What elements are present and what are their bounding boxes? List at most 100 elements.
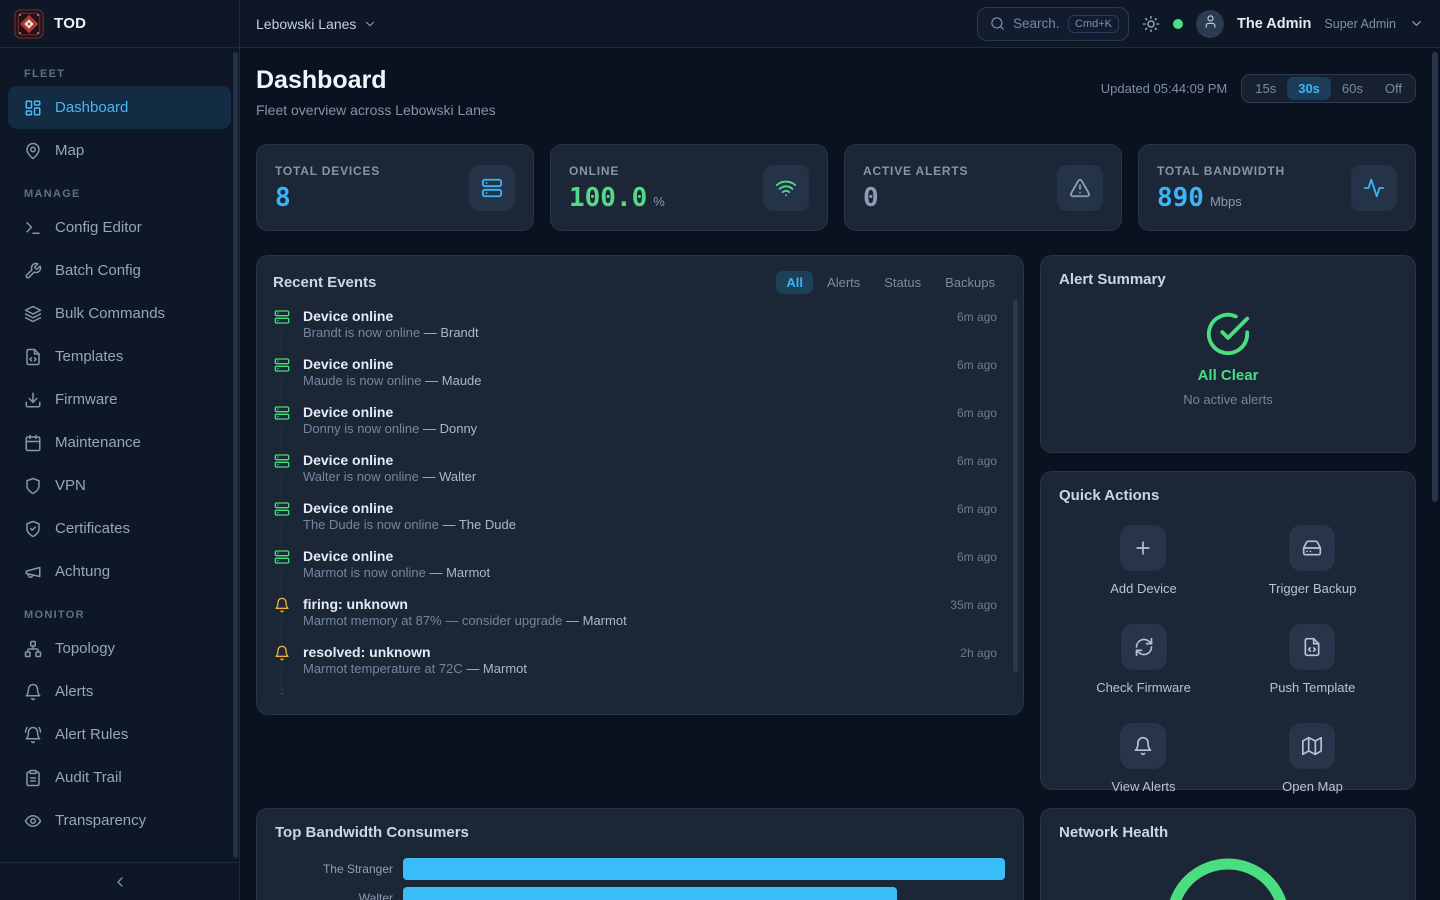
events-scrollbar[interactable] — [1013, 300, 1018, 672]
sidebar-item-label: Transparency — [55, 812, 146, 829]
user-menu-chevron-down-icon[interactable] — [1409, 16, 1424, 31]
event-description: Donny is now online — Donny — [303, 421, 477, 436]
event-row[interactable]: Device online 6m ago The Dude is now onl… — [273, 500, 1009, 548]
sidebar-item-achtung[interactable]: Achtung — [8, 550, 231, 593]
bell-icon — [274, 645, 290, 661]
sidebar-item-label: VPN — [55, 477, 86, 494]
sidebar-item-batch-config[interactable]: Batch Config — [8, 249, 231, 292]
sidebar-item-alert-rules[interactable]: Alert Rules — [8, 713, 231, 756]
refresh-option-30s[interactable]: 30s — [1287, 77, 1331, 100]
bell-icon — [1120, 723, 1166, 769]
sidebar-item-alerts[interactable]: Alerts — [8, 670, 231, 713]
sidebar-scrollbar[interactable] — [233, 52, 238, 858]
events-tab-all[interactable]: All — [776, 271, 813, 294]
event-device-name: — Maude — [425, 373, 481, 388]
sidebar-item-config-editor[interactable]: Config Editor — [8, 206, 231, 249]
activity-icon — [1351, 165, 1397, 211]
event-row[interactable]: Device online 6m ago Maude is now online… — [273, 356, 1009, 404]
nav-section-manage: MANAGE Config Editor Batch Config — [8, 188, 231, 593]
stat-value: 100.0 — [569, 185, 647, 211]
app-window: TOD Lebowski Lanes Cmd+K The Admin Super… — [0, 0, 1440, 900]
event-time: 6m ago — [957, 358, 997, 372]
file-code-icon — [1289, 624, 1335, 670]
sidebar-item-dashboard[interactable]: Dashboard — [8, 86, 231, 129]
event-device-name: — Brandt — [424, 325, 479, 340]
grid-icon — [24, 99, 42, 117]
stat-label: ACTIVE ALERTS — [863, 164, 968, 178]
server-icon — [274, 357, 290, 373]
event-description: Maude is now online — Maude — [303, 373, 482, 388]
quick-action-open-map[interactable]: Open Map — [1282, 723, 1343, 794]
refresh-icon — [1121, 624, 1167, 670]
quick-actions-panel: Quick Actions Add Device Trigger Backup — [1040, 471, 1416, 790]
sidebar-item-bulk-commands[interactable]: Bulk Commands — [8, 292, 231, 335]
connection-status-dot — [1173, 19, 1183, 29]
bandwidth-panel-title: Top Bandwidth Consumers — [275, 824, 469, 841]
page-title: Dashboard — [256, 66, 496, 95]
quick-action-trigger-backup[interactable]: Trigger Backup — [1269, 525, 1357, 596]
sidebar-item-label: Config Editor — [55, 219, 142, 236]
bandwidth-bar-row: The Stranger — [275, 858, 1005, 880]
event-time: 6m ago — [957, 454, 997, 468]
event-row[interactable]: resolved: unknown 4h ago — [273, 692, 1009, 694]
theme-toggle-sun-icon[interactable] — [1142, 15, 1160, 33]
sidebar-item-maintenance[interactable]: Maintenance — [8, 421, 231, 464]
sidebar-item-templates[interactable]: Templates — [8, 335, 231, 378]
sidebar-item-label: Alert Rules — [55, 726, 128, 743]
quick-action-check-firmware[interactable]: Check Firmware — [1096, 624, 1191, 695]
refresh-option-15s[interactable]: 15s — [1244, 77, 1287, 100]
bell-ring-icon — [24, 726, 42, 744]
quick-action-add-device[interactable]: Add Device — [1110, 525, 1176, 596]
events-tab-backups[interactable]: Backups — [935, 271, 1005, 294]
event-device-name: — Marmot — [466, 661, 527, 676]
sidebar-item-audit-trail[interactable]: Audit Trail — [8, 756, 231, 799]
sidebar-item-label: Audit Trail — [55, 769, 122, 786]
sidebar-item-label: Alerts — [55, 683, 93, 700]
stat-value: 8 — [275, 185, 291, 211]
sidebar-item-topology[interactable]: Topology — [8, 627, 231, 670]
plus-icon — [1120, 525, 1166, 571]
event-row[interactable]: Device online 6m ago Walter is now onlin… — [273, 452, 1009, 500]
bell-icon — [274, 597, 290, 613]
sidebar-item-firmware[interactable]: Firmware — [8, 378, 231, 421]
sidebar-item-vpn[interactable]: VPN — [8, 464, 231, 507]
events-tab-status[interactable]: Status — [874, 271, 931, 294]
bandwidth-bar-row: Walter — [275, 887, 1005, 900]
stat-card-total-bandwidth: TOTAL BANDWIDTH 890 Mbps — [1138, 144, 1416, 231]
event-row[interactable]: firing: unknown 35m ago Marmot memory at… — [273, 596, 1009, 644]
events-tab-alerts[interactable]: Alerts — [817, 271, 870, 294]
sidebar-item-map[interactable]: Map — [8, 129, 231, 172]
sidebar-item-certificates[interactable]: Certificates — [8, 507, 231, 550]
org-selector-label: Lebowski Lanes — [256, 16, 356, 32]
avatar[interactable] — [1196, 10, 1224, 38]
sidebar-item-label: Templates — [55, 348, 123, 365]
dashboard-grid: Recent Events All Alerts Status Backups — [256, 255, 1416, 900]
event-time: 6m ago — [957, 550, 997, 564]
quick-actions-title: Quick Actions — [1059, 487, 1159, 504]
event-row[interactable]: Device online 6m ago Donny is now online… — [273, 404, 1009, 452]
refresh-option-60s[interactable]: 60s — [1331, 77, 1374, 100]
event-row[interactable]: Device online 6m ago Brandt is now onlin… — [273, 308, 1009, 356]
main-scrollbar[interactable] — [1432, 52, 1438, 502]
search-box[interactable]: Cmd+K — [977, 7, 1129, 41]
chevron-down-icon — [363, 17, 377, 31]
quick-action-view-alerts[interactable]: View Alerts — [1111, 723, 1175, 794]
event-device-name: — The Dude — [442, 517, 515, 532]
network-health-gauge: 100 — [1059, 856, 1397, 900]
events-list: Device online 6m ago Brandt is now onlin… — [273, 308, 1009, 694]
sidebar-collapse-chevron-left-icon[interactable] — [112, 874, 128, 890]
terminal-icon — [24, 219, 42, 237]
org-selector[interactable]: Lebowski Lanes — [256, 16, 377, 32]
event-row[interactable]: Device online 6m ago Marmot is now onlin… — [273, 548, 1009, 596]
search-input[interactable] — [1013, 16, 1060, 31]
brand-name: TOD — [54, 15, 86, 32]
event-row[interactable]: resolved: unknown 2h ago Marmot temperat… — [273, 644, 1009, 692]
quick-action-push-template[interactable]: Push Template — [1270, 624, 1356, 695]
nav-section-fleet: FLEET Dashboard Map — [8, 68, 231, 172]
brand-area: TOD — [0, 0, 240, 47]
alert-status-text: All Clear — [1198, 367, 1259, 384]
refresh-option-off[interactable]: Off — [1374, 77, 1413, 100]
sidebar-item-transparency[interactable]: Transparency — [8, 799, 231, 842]
sidebar: FLEET Dashboard Map MANAGE — [0, 48, 240, 900]
sidebar-footer — [0, 862, 239, 900]
